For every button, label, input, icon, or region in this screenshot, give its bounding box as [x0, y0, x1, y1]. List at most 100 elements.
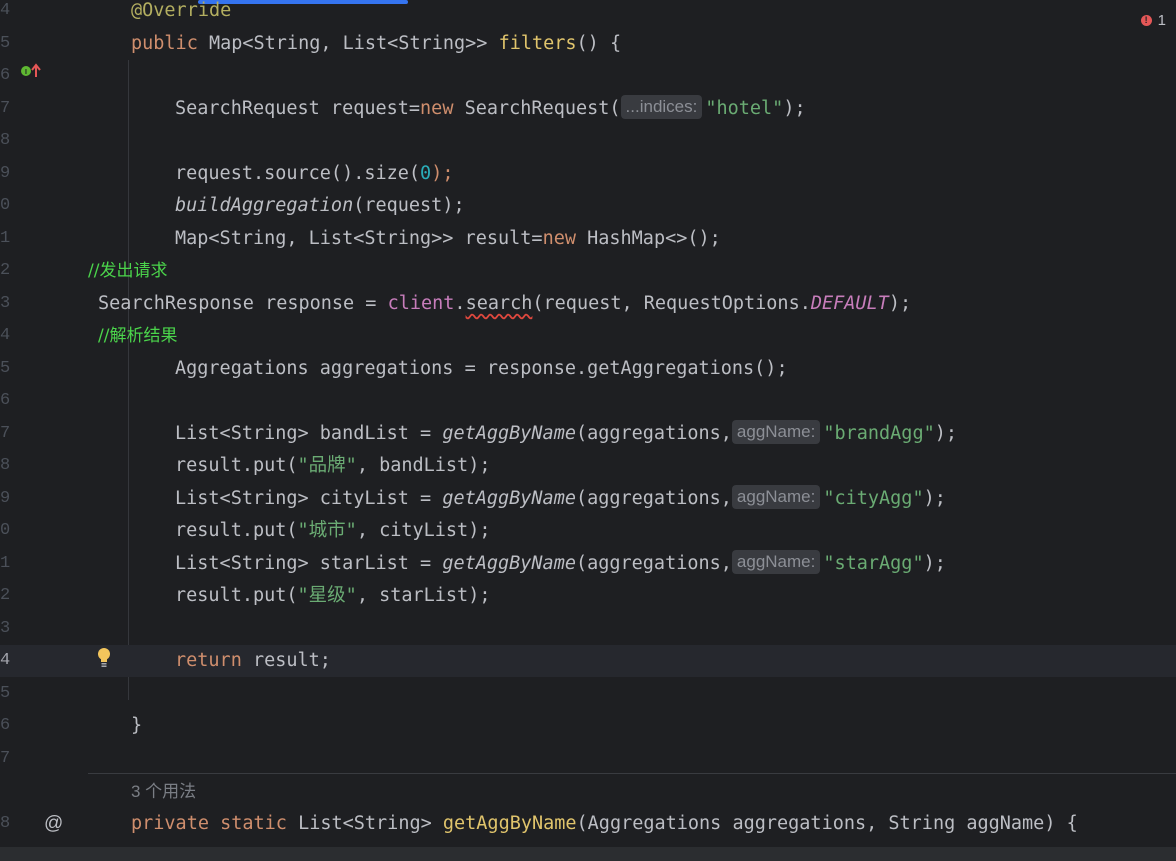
line-number: 5	[0, 359, 11, 378]
code-line[interactable]: 8 private static List<String> getAggByNa…	[0, 808, 1176, 840]
parameter-hint: aggName:	[731, 420, 821, 444]
constant: DEFAULT	[810, 293, 889, 314]
code-text: (request, RequestOptions.	[532, 293, 811, 314]
code-text: (aggregations,	[575, 488, 732, 509]
line-number: 2	[0, 586, 11, 605]
string-literal: "cityAgg"	[823, 488, 924, 509]
code-line[interactable]: 8 result.put("品牌", bandList);	[0, 450, 1176, 482]
code-line-current[interactable]: 4 return result;	[0, 645, 1176, 677]
code-line[interactable]: 6	[0, 385, 1176, 417]
horizontal-scrollbar[interactable]	[0, 847, 1176, 861]
string-literal: "starAgg"	[823, 553, 924, 574]
code-text: , bandList);	[356, 455, 491, 476]
code-line[interactable]: 5 I public Map<String, List<String>> fil…	[0, 28, 1176, 77]
code-text: );	[923, 488, 946, 509]
field-reference: client	[387, 293, 455, 314]
line-number: 1	[0, 554, 11, 573]
line-number: 2	[0, 261, 11, 280]
code-text: List<String>	[286, 813, 443, 834]
code-line[interactable]: 7	[0, 743, 1176, 775]
line-number: 6	[0, 66, 11, 85]
line-number: 0	[0, 521, 11, 540]
code-line[interactable]: 5	[0, 678, 1176, 710]
string-literal: "hotel"	[705, 98, 784, 119]
method-call: getAggByName	[442, 553, 576, 574]
code-text: SearchResponse response =	[98, 293, 388, 314]
keyword: new	[420, 98, 454, 119]
parameter-hint: ...indices:	[620, 95, 703, 119]
code-line[interactable]: 9 request.source().size(0);	[0, 158, 1176, 190]
usages-hint[interactable]: 3 个用法	[131, 776, 196, 808]
code-text: HashMap<>();	[575, 228, 721, 249]
method-call: getAggByName	[442, 488, 576, 509]
string-literal: "品牌"	[297, 455, 357, 476]
code-text: request.source().size(	[175, 163, 421, 184]
code-text: Map<String, List<String>>	[197, 33, 499, 54]
code-line[interactable]: 9 List<String> cityList = getAggByName(a…	[0, 483, 1176, 515]
code-text: List<String> cityList =	[175, 488, 443, 509]
string-literal: "brandAgg"	[823, 423, 935, 444]
comment: //解析结果	[98, 326, 178, 346]
code-line[interactable]: 2 result.put("星级", starList);	[0, 580, 1176, 612]
code-line[interactable]: 7 List<String> bandList = getAggByName(a…	[0, 418, 1176, 450]
line-number: 7	[0, 749, 11, 768]
line-number: 9	[0, 489, 11, 508]
line-number: 3	[0, 619, 11, 638]
keyword: return	[175, 650, 242, 671]
code-text: Map<String, List<String>> result=	[175, 228, 543, 249]
code-line[interactable]: 4 //解析结果	[0, 320, 1176, 352]
code-line[interactable]: 0 buildAggregation(request);	[0, 190, 1176, 222]
code-line[interactable]: 6	[0, 60, 1176, 92]
line-number: 4	[0, 1, 11, 20]
code-text: );	[934, 423, 958, 444]
string-literal: "星级"	[297, 585, 357, 606]
line-number: 7	[0, 99, 11, 118]
code-editor[interactable]: ! 1 4 @Override 5 I public Map<String, L…	[0, 0, 1176, 861]
code-line[interactable]: 8	[0, 125, 1176, 157]
method-separator	[88, 773, 1176, 774]
line-number: 0	[0, 196, 11, 215]
line-number: 7	[0, 424, 11, 443]
line-number: 8	[0, 131, 11, 150]
code-line[interactable]: 4 @Override	[0, 0, 1176, 27]
code-line[interactable]: 5 Aggregations aggregations = response.g…	[0, 353, 1176, 385]
code-line[interactable]: 1 Map<String, List<String>> result=new H…	[0, 223, 1176, 255]
line-number: 5	[0, 684, 11, 703]
code-line[interactable]: 0 result.put("城市", cityList);	[0, 515, 1176, 547]
code-text: Aggregations aggregations = response.get…	[175, 358, 788, 379]
parameter-hint: aggName:	[731, 485, 821, 509]
at-icon[interactable]: @	[44, 813, 63, 835]
line-number: 6	[0, 716, 11, 735]
closing-brace: }	[131, 715, 143, 736]
code-line[interactable]: 3	[0, 613, 1176, 645]
method-name: getAggByName	[442, 813, 577, 834]
code-line[interactable]: 3 SearchResponse response = client.searc…	[0, 288, 1176, 320]
code-line[interactable]: 6 }	[0, 710, 1176, 742]
keyword: new	[542, 228, 576, 249]
code-text: );	[783, 98, 806, 119]
line-number: 5	[0, 34, 11, 53]
lightbulb-icon[interactable]	[97, 647, 111, 667]
code-text: (aggregations,	[575, 553, 732, 574]
line-number: 8	[0, 456, 11, 475]
code-text: List<String> bandList =	[175, 423, 443, 444]
code-line[interactable]: 2 //发出请求	[0, 255, 1176, 287]
code-text: () {	[576, 33, 622, 54]
line-number: 3	[0, 294, 11, 313]
keyword: public	[131, 33, 198, 54]
code-line[interactable]: 1 List<String> starList = getAggByName(a…	[0, 548, 1176, 580]
method-call-error: search	[465, 293, 533, 314]
method-call: getAggByName	[442, 423, 576, 444]
code-text: (request);	[353, 195, 465, 216]
method-name: filters	[498, 33, 577, 54]
keyword: private	[131, 813, 209, 834]
method-call: buildAggregation	[175, 195, 354, 216]
number-literal: 0	[420, 163, 432, 184]
line-number: 4	[0, 326, 11, 345]
keyword: static	[220, 813, 287, 834]
line-number: 9	[0, 164, 11, 183]
line-number: 1	[0, 229, 11, 248]
code-text: , starList);	[356, 585, 491, 606]
code-line[interactable]: 7 SearchRequest request=new SearchReques…	[0, 93, 1176, 125]
code-text: SearchRequest request=	[175, 98, 421, 119]
